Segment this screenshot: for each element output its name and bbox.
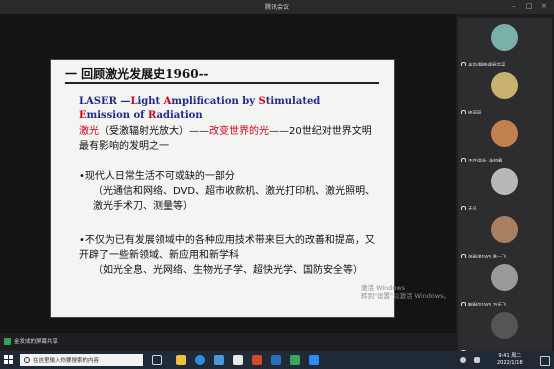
participant-tile[interactable]: 正在讲话: 金知戴	[458, 114, 552, 166]
search-icon	[24, 357, 30, 363]
participant-avatar	[491, 168, 518, 195]
watermark-line: 激活 Windows	[361, 284, 406, 292]
participant-avatar	[491, 120, 518, 147]
taskbar-search-box[interactable]: 在这里输入你要搜索的内容	[20, 354, 143, 366]
participant-avatar	[491, 264, 518, 291]
clock-time: 9:41 周二	[498, 353, 522, 359]
wechat-icon[interactable]	[290, 355, 300, 365]
network-icon[interactable]	[460, 357, 466, 363]
acronym-text: mplification by	[171, 96, 259, 107]
bullet-sub-text: （光通信和网络、DVD、超市收款机、激光打印机、激光照明、激光手术刀、测量等）	[93, 186, 376, 212]
bullet-daily-life: •现代人日常生活不可或缺的一部分 （光通信和网络、DVD、超市收款机、激光打印机…	[79, 169, 384, 214]
maximize-icon[interactable]: □	[526, 2, 533, 11]
acronym-text: timulated	[265, 96, 321, 107]
laser-acronym: LASER —Light Amplification by Stimulated…	[79, 95, 379, 123]
search-placeholder: 在这里输入你要搜索的内容	[33, 358, 100, 364]
presentation-slide: 一 回顾激光发展史1960-- LASER —Light Amplificati…	[51, 60, 394, 317]
notification-icon[interactable]	[540, 356, 550, 366]
windows-taskbar: 在这里输入你要搜索的内容 9:41 周二 2022/1/18	[0, 351, 554, 369]
share-status-text: 金发成的屏幕共享	[14, 339, 59, 345]
participant-tile[interactable]: 鲍明尔FWS 万乐飞	[458, 258, 552, 310]
slide-title: 一 回顾激光发展史1960--	[65, 67, 209, 81]
clock-date: 2022/1/18	[497, 360, 523, 366]
bullet-text: •不仅为已有发展领域中的各种应用技术带来巨大的改善和提高，又开辟了一些新领域、新…	[79, 235, 375, 261]
acronym-initial: S	[258, 96, 266, 107]
edge-browser-icon[interactable]	[195, 355, 205, 365]
participant-avatar	[491, 24, 518, 51]
word-icon[interactable]	[271, 355, 281, 365]
laser-cn-label: 激光	[79, 126, 99, 137]
volume-icon[interactable]	[474, 357, 480, 363]
participant-avatar	[491, 312, 518, 339]
participant-tile[interactable]: 无凡	[458, 162, 552, 214]
participant-avatar	[491, 216, 518, 243]
participant-tile[interactable]: 张明洋FWS 陈一飞	[458, 210, 552, 262]
acronym-initial: E	[79, 110, 87, 121]
shared-screen: 一 回顾激光发展史1960-- LASER —Light Amplificati…	[0, 14, 456, 351]
tencent-meeting-icon[interactable]	[309, 355, 319, 365]
powerpoint-icon[interactable]	[252, 355, 262, 365]
bullet-new-fields: •不仅为已有发展领域中的各种应用技术带来巨大的改善和提高，又开辟了一些新领域、新…	[79, 233, 384, 278]
laser-definition: 激光（受激辐射光放大）——改变世界的光——20世纪对世界文明最有影响的发明之一	[79, 124, 379, 154]
app-icon[interactable]	[214, 355, 224, 365]
acronym-text: adiation	[156, 110, 203, 121]
participant-avatar	[491, 72, 518, 99]
laser-slogan: 改变世界的光	[209, 126, 269, 137]
bullet-text: •现代人日常生活不可或缺的一部分	[79, 171, 235, 182]
share-icon	[4, 338, 11, 345]
title-divider	[65, 82, 379, 84]
participant-tile[interactable]: 修丽丽	[458, 66, 552, 118]
windows-activation-watermark: 激活 Windows 转到"设置"以激活 Windows。	[361, 284, 450, 300]
minimize-icon[interactable]: –	[512, 2, 516, 11]
acronym-initial: R	[147, 110, 157, 121]
acronym-text: mission of	[86, 110, 148, 121]
close-icon[interactable]: ×	[541, 2, 547, 11]
participant-panel: 金华/翻转课程共享修丽丽正在讲话: 金知戴无凡张明洋FWS 陈一飞鲍明尔FWS …	[456, 14, 554, 358]
acronym-text: LASER —	[79, 96, 131, 107]
task-view-icon[interactable]	[152, 355, 162, 365]
bullet-sub-text: （如光全息、光网络、生物光子学、超快光学、国防安全等）	[93, 265, 363, 276]
laser-cn-paren: （受激辐射光放大）——	[99, 126, 209, 137]
window-title-bar: 腾讯会议 – □ ×	[0, 0, 554, 15]
watermark-line: 转到"设置"以激活 Windows。	[361, 292, 451, 300]
app-icon[interactable]	[233, 355, 243, 365]
participant-tile[interactable]: 金华/翻转课程共享	[458, 18, 552, 70]
file-explorer-icon[interactable]	[176, 355, 186, 365]
windows-start-icon[interactable]	[4, 355, 14, 365]
window-title: 腾讯会议	[264, 4, 289, 11]
taskbar-clock[interactable]: 9:41 周二 2022/1/18	[497, 353, 523, 367]
acronym-text: ight	[137, 96, 164, 107]
share-status-bar: 金发成的屏幕共享	[0, 333, 456, 351]
